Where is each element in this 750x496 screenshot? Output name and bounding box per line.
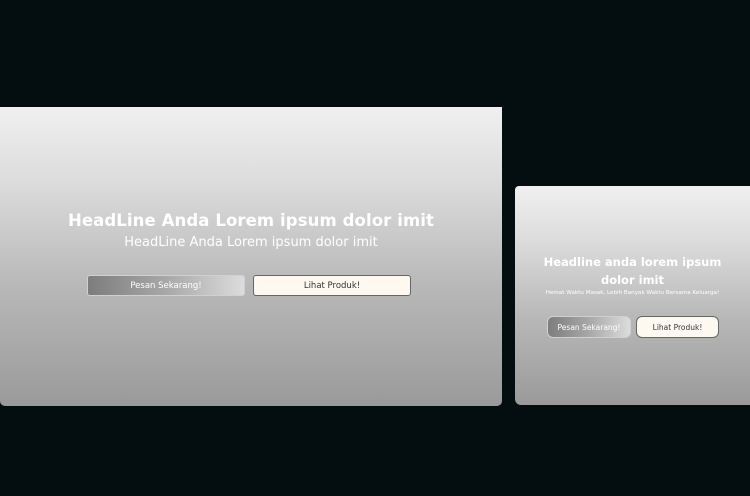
mobile-hero-section: Headline anda lorem ipsum dolor imit Hem… bbox=[515, 186, 750, 405]
hero-headline: HeadLine Anda Lorem ipsum dolor imit bbox=[67, 211, 435, 230]
mobile-order-now-button[interactable]: Pesan Sekarang! bbox=[547, 316, 631, 338]
view-products-button[interactable]: Lihat Produk! bbox=[253, 275, 411, 296]
mobile-hero-tagline: Hemat Waktu Masak, Lebih Banyak Waktu Be… bbox=[545, 290, 720, 296]
order-now-button[interactable]: Pesan Sekarang! bbox=[87, 275, 245, 296]
desktop-hero-section: HeadLine Anda Lorem ipsum dolor imit Hea… bbox=[0, 107, 502, 406]
mobile-view-products-button[interactable]: Lihat Produk! bbox=[636, 316, 719, 338]
hero-subheadline: HeadLine Anda Lorem ipsum dolor imit bbox=[124, 235, 378, 250]
preview-canvas: HeadLine Anda Lorem ipsum dolor imit Hea… bbox=[0, 0, 750, 496]
mobile-hero-headline: Headline anda lorem ipsum dolor imit bbox=[543, 255, 722, 287]
